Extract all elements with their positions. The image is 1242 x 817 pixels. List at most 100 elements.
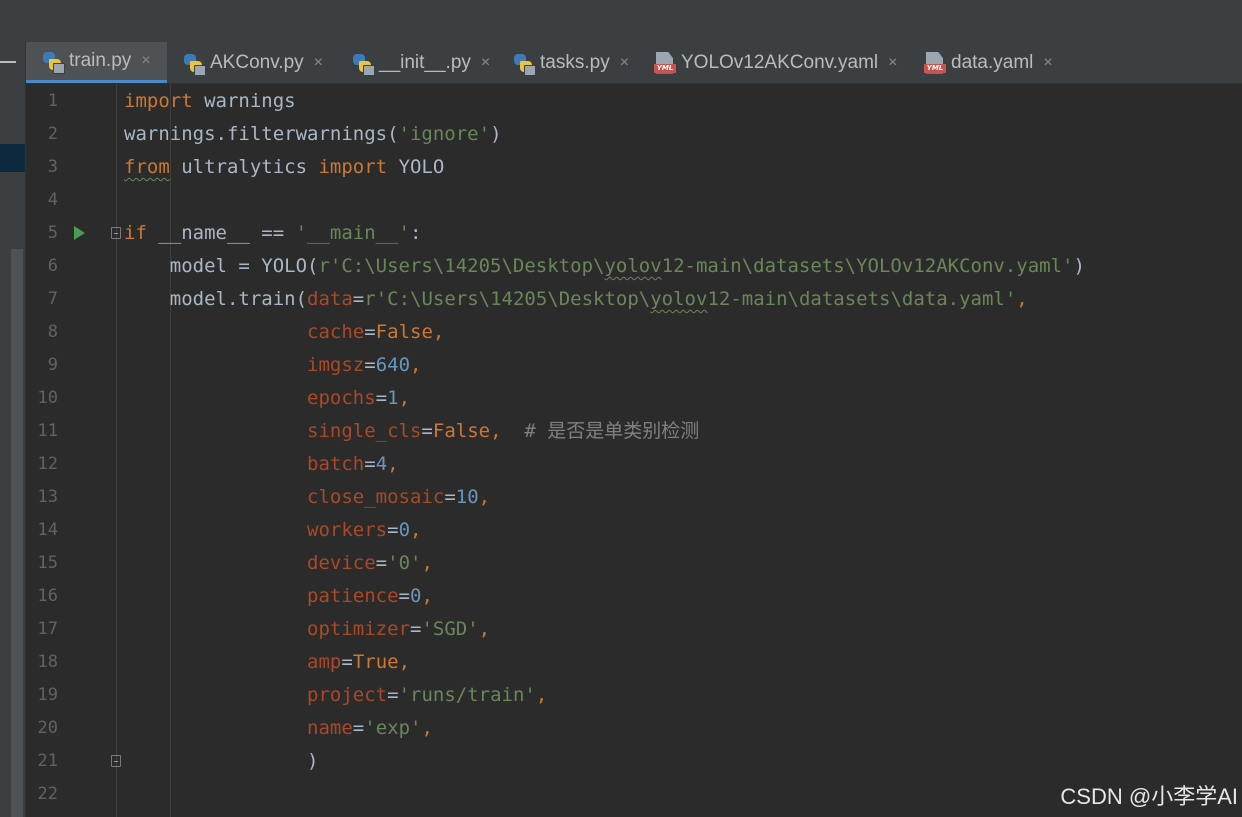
code-line[interactable]: 20 name='exp', [26, 712, 1242, 745]
line-number: 1 [47, 91, 58, 111]
code-text: single_cls=False, # 是否是单类别检测 [124, 415, 699, 448]
close-icon[interactable]: × [141, 52, 150, 70]
code-token: '0' [387, 552, 422, 574]
code-token: = [341, 651, 353, 673]
code-line[interactable]: 18 amp=True, [26, 646, 1242, 679]
scrollbar[interactable] [11, 249, 23, 817]
tab-label: data.yaml [951, 51, 1034, 73]
code-token: model.train( [124, 288, 308, 310]
code-text: workers=0, [124, 514, 421, 547]
code-token: 640 [375, 354, 411, 376]
line-number: 19 [37, 685, 58, 705]
code-token: , [421, 585, 433, 607]
code-text: patience=0, [124, 580, 433, 613]
code-line[interactable]: 17 optimizer='SGD', [26, 613, 1242, 646]
tab-data-yaml[interactable]: YML data.yaml × [908, 42, 1068, 83]
code-line[interactable]: 3 from ultralytics import YOLO [26, 151, 1242, 184]
code-token: project [307, 684, 388, 706]
code-token: , [1016, 288, 1028, 310]
selected-tree-item[interactable] [0, 144, 25, 172]
code-token: 12-main\datasets\YOLOv12AKConv.yaml' [661, 255, 1074, 277]
line-number: 20 [37, 718, 58, 738]
code-token: model = YOLO( [124, 255, 319, 277]
code-token: = [409, 618, 422, 640]
code-token: , [410, 519, 422, 541]
code-line[interactable]: 6 model = YOLO(r'C:\Users\14205\Desktop\… [26, 250, 1242, 283]
code-token: , [490, 420, 502, 442]
fold-marker-icon[interactable] [111, 755, 121, 767]
code-token: ultralytics [169, 156, 319, 178]
code-token: if [124, 222, 147, 244]
tab-label: AKConv.py [210, 51, 304, 73]
code-token: epochs [307, 387, 376, 409]
code-text: name='exp', [124, 712, 433, 745]
close-icon[interactable]: × [620, 54, 629, 72]
code-line[interactable]: 13 close_mosaic=10, [26, 481, 1242, 514]
code-token: device [307, 552, 376, 574]
code-line[interactable]: 9 imgsz=640, [26, 349, 1242, 382]
code-token: False [375, 321, 433, 343]
code-line[interactable]: 10 epochs=1, [26, 382, 1242, 415]
tab-label: train.py [69, 50, 132, 71]
close-icon[interactable]: × [314, 54, 323, 72]
editor-tab-bar: train.py × AKConv.py × __init__.py × tas… [26, 42, 1242, 84]
tab-train-py[interactable]: train.py × [26, 42, 167, 83]
tab-label: __init__.py [379, 51, 471, 73]
code-line[interactable]: 14 workers=0, [26, 514, 1242, 547]
code-line[interactable]: 1 import warnings [26, 85, 1242, 118]
code-token: : [410, 222, 422, 244]
line-number: 12 [37, 454, 58, 474]
code-token: name [307, 717, 353, 739]
code-token: , [478, 486, 491, 508]
code-line[interactable]: 7 model.train(data=r'C:\Users\14205\Desk… [26, 283, 1242, 316]
code-token: warnings [192, 90, 296, 112]
line-number: 15 [37, 553, 58, 573]
code-token: , [535, 684, 548, 706]
code-token: , [387, 453, 399, 475]
code-token: = [421, 420, 433, 442]
line-number: 4 [47, 190, 58, 210]
tab-init-py[interactable]: __init__.py × [336, 42, 497, 83]
code-text: optimizer='SGD', [124, 613, 490, 646]
code-line[interactable]: 8 cache=False, [26, 316, 1242, 349]
code-text: from ultralytics import YOLO [124, 151, 444, 184]
code-line[interactable]: 15 device='0', [26, 547, 1242, 580]
code-line[interactable]: 21 ) [26, 745, 1242, 778]
tab-yolov12akconv-yaml[interactable]: YML YOLOv12AKConv.yaml × [638, 42, 908, 83]
code-line[interactable]: 11 single_cls=False, # 是否是单类别检测 [26, 415, 1242, 448]
line-number: 16 [37, 586, 58, 606]
collapse-icon[interactable] [0, 61, 16, 63]
run-icon[interactable] [74, 226, 85, 240]
code-token: yolov [604, 255, 662, 277]
code-line[interactable]: 19 project='runs/train', [26, 679, 1242, 712]
close-icon[interactable]: × [481, 54, 490, 72]
code-token: patience [307, 585, 399, 607]
line-number: 21 [37, 751, 58, 771]
close-icon[interactable]: × [888, 54, 897, 72]
code-line[interactable]: 5 if __name__ == '__main__': [26, 217, 1242, 250]
code-token: = [387, 519, 399, 541]
code-token: = [375, 387, 388, 409]
close-icon[interactable]: × [1043, 54, 1052, 72]
code-line[interactable]: 2 warnings.filterwarnings('ignore') [26, 118, 1242, 151]
code-token: 'ignore' [398, 123, 491, 145]
code-line[interactable]: 12 batch=4, [26, 448, 1242, 481]
code-editor[interactable]: 1 import warnings 2 warnings.filterwarnings… [26, 84, 1242, 817]
code-token: __name__ == [146, 222, 296, 244]
code-line[interactable]: 16 patience=0, [26, 580, 1242, 613]
tab-tasks-py[interactable]: tasks.py × [497, 42, 638, 83]
line-number: 17 [37, 619, 58, 639]
yaml-file-icon: YML [924, 51, 946, 74]
code-token: = [364, 354, 376, 376]
tab-akconv-py[interactable]: AKConv.py × [167, 42, 336, 83]
code-line[interactable]: 4 [26, 184, 1242, 217]
fold-marker-icon[interactable] [111, 227, 121, 239]
code-text: close_mosaic=10, [124, 481, 490, 514]
code-token: 0 [398, 519, 411, 541]
code-text: cache=False, [124, 316, 444, 349]
line-number: 11 [37, 421, 58, 441]
code-token: , [398, 387, 411, 409]
